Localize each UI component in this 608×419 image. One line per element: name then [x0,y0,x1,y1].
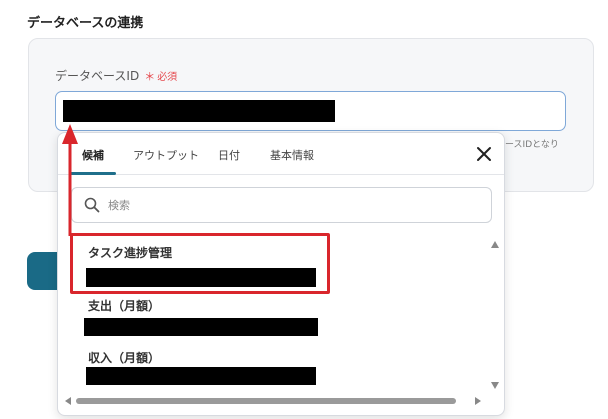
list-item-expense[interactable]: 支出（月額） [76,291,336,343]
scroll-right-icon[interactable] [475,397,481,405]
search-box [71,187,492,223]
redacted-value [63,100,335,122]
stage: データベースの連携 データベースID ＊必須 ースIDとなり 候補 アウトプット … [0,0,608,419]
tab-candidates[interactable]: 候補 [82,147,104,163]
required-mark: ＊ [144,70,156,83]
close-icon [477,147,491,161]
scroll-up-icon[interactable] [491,241,499,248]
redacted-id [86,367,316,385]
search-input[interactable] [108,188,478,222]
scroll-down-icon[interactable] [491,382,499,389]
list-item-label: 収入（月額） [88,351,161,365]
section-title: データベースの連携 [27,16,144,31]
required-text: 必須 [157,72,178,83]
field-label-text: データベースID [55,69,140,83]
redacted-id [84,318,318,336]
horizontal-scrollbar[interactable] [76,398,456,404]
tab-output[interactable]: アウトプット [133,147,199,163]
field-hint: ースIDとなり [505,140,559,150]
list-item-income[interactable]: 収入（月額） [76,343,336,395]
close-button[interactable] [474,144,494,164]
list-item-label: 支出（月額） [88,299,161,313]
search-icon [84,197,100,213]
tab-basic-info[interactable]: 基本情報 [270,147,314,163]
tab-bar: 候補 アウトプット 日付 基本情報 [58,133,504,175]
tab-date[interactable]: 日付 [218,147,240,163]
database-id-input[interactable] [55,91,566,131]
field-label: データベースID ＊必須 [55,67,177,84]
annotation-highlight-box [70,233,330,294]
scroll-left-icon[interactable] [65,397,71,405]
active-tab-indicator [70,172,116,175]
